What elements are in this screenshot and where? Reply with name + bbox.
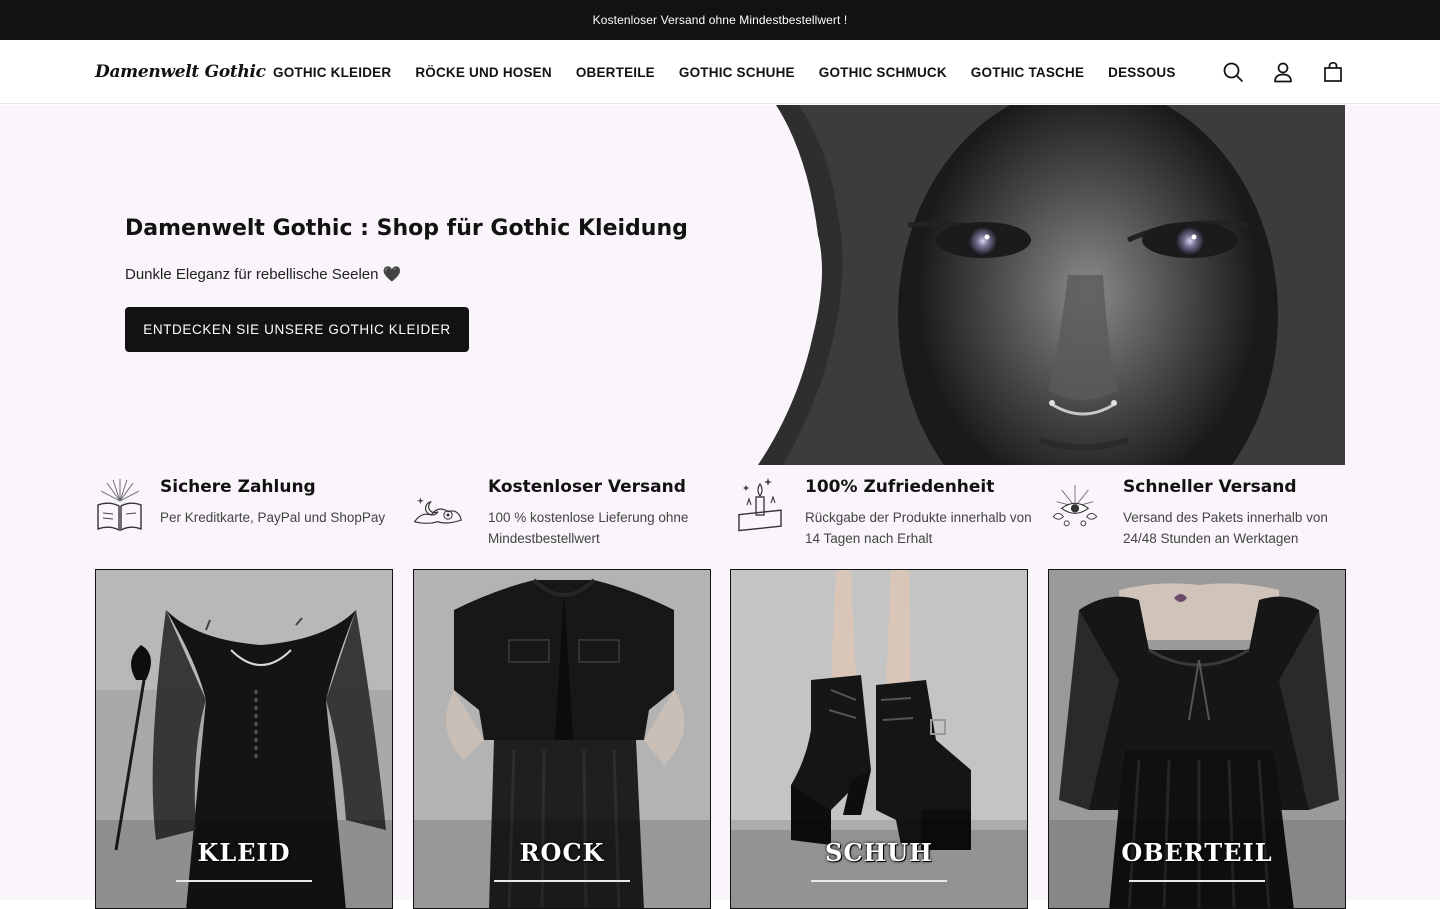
feature-text: 100 % kostenlose Lieferung ohne Mindestb… bbox=[488, 510, 689, 546]
feature-title: Kostenloser Versand bbox=[488, 477, 686, 497]
category-underline bbox=[494, 880, 630, 882]
category-card-schuh[interactable]: SCHUH bbox=[730, 569, 1028, 909]
nav-gothic-tasche[interactable]: GOTHIC TASCHE bbox=[971, 65, 1084, 80]
category-card-kleid[interactable]: KLEID bbox=[95, 569, 393, 909]
feature-free-shipping: Kostenloser Versand 100 % kostenlose Lie… bbox=[413, 475, 713, 555]
discover-gothic-dresses-button[interactable]: ENTDECKEN SIE UNSERE GOTHIC KLEIDER bbox=[125, 307, 469, 352]
feature-satisfaction: 100% Zufriedenheit Rückgabe der Produkte… bbox=[735, 475, 1035, 555]
eye-icon bbox=[1052, 485, 1098, 527]
feature-fast-shipping: Schneller Versand Versand des Pakets inn… bbox=[1050, 475, 1345, 555]
feature-title: 100% Zufriedenheit bbox=[805, 477, 995, 497]
feature-title: Sichere Zahlung bbox=[160, 477, 316, 497]
category-label: ROCK bbox=[519, 838, 605, 867]
nav-roecke-und-hosen[interactable]: RÖCKE UND HOSEN bbox=[415, 65, 552, 80]
category-label: KLEID bbox=[197, 838, 291, 867]
search-icon[interactable] bbox=[1221, 60, 1245, 84]
nav-oberteile[interactable]: OBERTEILE bbox=[576, 65, 655, 80]
feature-title: Schneller Versand bbox=[1123, 477, 1297, 497]
announcement-bar: Kostenloser Versand ohne Mindestbestellw… bbox=[0, 0, 1440, 40]
feature-secure-payment: Sichere Zahlung Per Kreditkarte, PayPal … bbox=[95, 475, 395, 555]
features-row: Sichere Zahlung Per Kreditkarte, PayPal … bbox=[95, 475, 1345, 555]
main-nav: GOTHIC KLEIDER RÖCKE UND HOSEN OBERTEILE… bbox=[273, 40, 1200, 104]
category-underline bbox=[176, 880, 312, 882]
nav-gothic-kleider[interactable]: GOTHIC KLEIDER bbox=[273, 65, 391, 80]
feature-text: Versand des Pakets innerhalb von 24/48 S… bbox=[1123, 510, 1328, 546]
hero-subtitle: Dunkle Eleganz für rebellische Seelen 🖤 bbox=[125, 266, 402, 283]
feature-text: Per Kreditkarte, PayPal und ShopPay bbox=[160, 510, 386, 525]
feature-text: Rückgabe der Produkte innerhalb von 14 T… bbox=[805, 510, 1032, 546]
category-label: SCHUH bbox=[825, 838, 933, 867]
category-cards: KLEID ROCK SCHUH OBERTEIL bbox=[95, 569, 1346, 909]
hero-title: Damenwelt Gothic : Shop für Gothic Kleid… bbox=[125, 216, 688, 241]
site-header: Damenwelt Gothic GOTHIC KLEIDER RÖCKE UN… bbox=[0, 40, 1440, 104]
category-card-rock[interactable]: ROCK bbox=[413, 569, 711, 909]
logo[interactable]: Damenwelt Gothic bbox=[95, 58, 266, 86]
nav-dessous[interactable]: DESSOUS bbox=[1108, 65, 1175, 80]
hero-image bbox=[758, 105, 1345, 465]
main-content: Damenwelt Gothic : Shop für Gothic Kleid… bbox=[0, 105, 1440, 909]
category-underline bbox=[1129, 880, 1265, 882]
moon-icon bbox=[413, 497, 463, 524]
account-icon[interactable] bbox=[1271, 60, 1295, 84]
announcement-text: Kostenloser Versand ohne Mindestbestellw… bbox=[592, 13, 848, 27]
category-underline bbox=[811, 880, 947, 882]
nav-gothic-schuhe[interactable]: GOTHIC SCHUHE bbox=[679, 65, 795, 80]
hero-banner: Damenwelt Gothic : Shop für Gothic Kleid… bbox=[95, 105, 1345, 465]
header-icons bbox=[1195, 40, 1345, 104]
candle-icon bbox=[738, 478, 782, 532]
cart-icon[interactable] bbox=[1321, 60, 1345, 84]
book-icon bbox=[97, 479, 142, 532]
category-card-oberteil[interactable]: OBERTEIL bbox=[1048, 569, 1346, 909]
category-label: OBERTEIL bbox=[1121, 838, 1273, 867]
nav-gothic-schmuck[interactable]: GOTHIC SCHMUCK bbox=[819, 65, 947, 80]
